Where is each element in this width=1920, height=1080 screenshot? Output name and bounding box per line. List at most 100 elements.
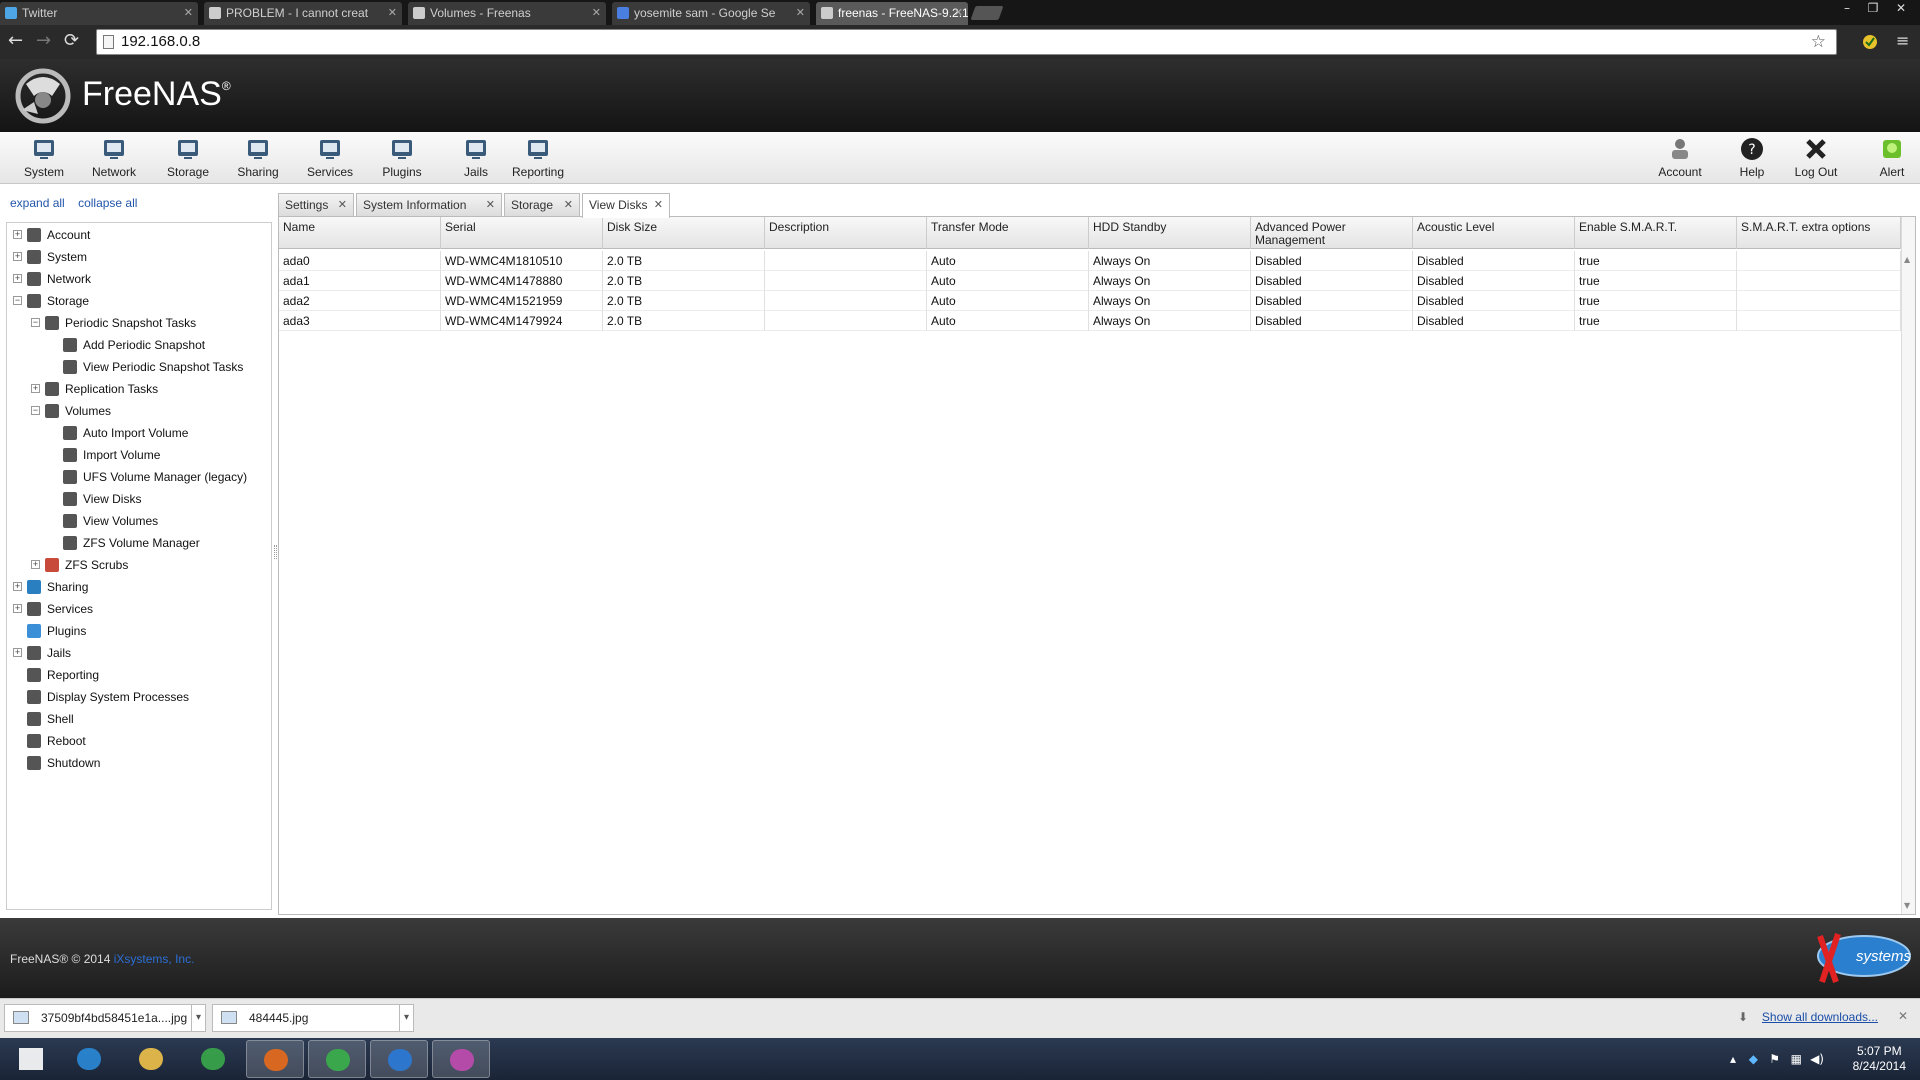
panel-tab-system-information[interactable]: System Information ✕ [356,193,502,216]
column-header[interactable]: Description [765,217,927,249]
expand-icon[interactable]: + [31,560,40,569]
close-tab-icon[interactable]: ✕ [592,2,601,25]
toolbar-sharing-button[interactable]: Sharing [228,136,288,179]
taskbar-mail-icon[interactable] [370,1040,428,1078]
column-header[interactable]: Serial [441,217,603,249]
tree-item-reporting[interactable]: Reporting [7,666,269,684]
toolbar-system-button[interactable]: System [14,136,74,179]
table-row[interactable]: ada3 WD-WMC4M1479924 2.0 TB Auto Always On Di… [279,311,1901,331]
column-header[interactable]: HDD Standby [1089,217,1251,249]
url-input[interactable]: 192.168.0.8 ☆ [96,29,1837,55]
collapse-all-link[interactable]: collapse all [78,196,137,210]
collapse-icon[interactable]: − [13,296,22,305]
taskbar-paint-icon[interactable] [432,1040,490,1078]
toolbar-help-button[interactable]: ? Help [1722,136,1782,179]
browser-tab[interactable]: Volumes - Freenas ✕ [408,2,606,25]
column-header[interactable]: Name [279,217,441,249]
tree-item-display-system-processes[interactable]: Display System Processes [7,688,269,706]
close-tab-icon[interactable]: ✕ [564,194,573,216]
expand-icon[interactable]: + [13,230,22,239]
ixsystems-link[interactable]: iXsystems, Inc. [114,952,195,966]
toolbar-storage-button[interactable]: Storage [158,136,218,179]
download-menu-icon[interactable]: ▾ [191,1005,205,1031]
tree-item-import-volume[interactable]: Import Volume [7,446,269,464]
clock[interactable]: 5:07 PM 8/24/2014 [1853,1044,1906,1074]
show-all-downloads-link[interactable]: Show all downloads... [1762,1010,1878,1024]
close-tab-icon[interactable]: ✕ [796,2,805,25]
tray-arrow-icon[interactable]: ▴ [1730,1052,1736,1066]
expand-icon[interactable]: + [31,384,40,393]
column-header[interactable]: S.M.A.R.T. extra options [1737,217,1901,249]
tree-item-shutdown[interactable]: Shutdown [7,754,269,772]
column-header[interactable]: Acoustic Level [1413,217,1575,249]
tree-item-add-periodic-snapshot[interactable]: Add Periodic Snapshot [7,336,269,354]
expand-icon[interactable]: + [13,648,22,657]
column-header[interactable]: Disk Size [603,217,765,249]
close-tab-icon[interactable]: ✕ [954,2,963,25]
column-header[interactable]: Transfer Mode [927,217,1089,249]
close-tab-icon[interactable]: ✕ [654,194,663,216]
browser-tab[interactable]: freenas - FreeNAS-9.2.1.7 ✕ [816,2,968,25]
close-downloads-icon[interactable]: ✕ [1898,1009,1908,1023]
new-tab-button[interactable] [970,6,1004,20]
expand-all-link[interactable]: expand all [10,196,65,210]
tree-item-zfs-volume-manager[interactable]: ZFS Volume Manager [7,534,269,552]
flag-icon[interactable]: ⚑ [1769,1052,1780,1066]
panel-tab-view-disks[interactable]: View Disks ✕ [582,193,670,218]
download-item-1[interactable]: 37509bf4bd58451e1a....jpg ▾ [4,1004,206,1032]
close-tab-icon[interactable]: ✕ [184,2,193,25]
maximize-button[interactable]: ❐ [1862,0,1884,16]
tree-item-network[interactable]: + Network [7,270,269,288]
menu-icon[interactable]: ≡ [1896,32,1909,50]
tree-item-ufs-volume-manager-legacy-[interactable]: UFS Volume Manager (legacy) [7,468,269,486]
grid-scrollbar[interactable]: ▲ ▼ [1901,217,1915,914]
tree-item-view-disks[interactable]: View Disks [7,490,269,508]
expand-icon[interactable]: + [13,252,22,261]
tree-item-jails[interactable]: + Jails [7,644,269,662]
taskbar-firefox-icon[interactable] [246,1040,304,1078]
collapse-icon[interactable]: − [31,406,40,415]
toolbar-network-button[interactable]: Network [84,136,144,179]
tree-item-zfs-scrubs[interactable]: + ZFS Scrubs [7,556,269,574]
taskbar-ie-icon[interactable] [60,1040,118,1078]
back-icon[interactable]: ← [8,32,23,50]
bookmark-star-icon[interactable]: ☆ [1811,30,1826,54]
panel-tab-storage[interactable]: Storage ✕ [504,193,580,216]
toolbar-account-button[interactable]: Account [1650,136,1710,179]
tree-item-system[interactable]: + System [7,248,269,266]
tree-item-plugins[interactable]: Plugins [7,622,269,640]
toolbar-jails-button[interactable]: Jails [446,136,506,179]
collapse-icon[interactable]: − [31,318,40,327]
table-row[interactable]: ada2 WD-WMC4M1521959 2.0 TB Auto Always On Di… [279,291,1901,311]
extension-icon[interactable] [1862,34,1878,50]
download-menu-icon[interactable]: ▾ [399,1005,413,1031]
tree-item-shell[interactable]: Shell [7,710,269,728]
column-header[interactable]: Advanced Power Management [1251,217,1413,249]
dropbox-icon[interactable]: ◆ [1749,1052,1758,1066]
forward-icon[interactable]: → [36,32,51,50]
browser-tab[interactable]: Twitter ✕ [0,2,198,25]
expand-icon[interactable]: + [13,274,22,283]
close-tab-icon[interactable]: ✕ [338,194,347,216]
tree-item-reboot[interactable]: Reboot [7,732,269,750]
tree-item-auto-import-volume[interactable]: Auto Import Volume [7,424,269,442]
minimize-button[interactable]: – [1836,0,1858,16]
expand-icon[interactable]: + [13,604,22,613]
taskbar-start-icon[interactable] [2,1040,60,1078]
tree-item-periodic-snapshot-tasks[interactable]: − Periodic Snapshot Tasks [7,314,269,332]
tree-item-volumes[interactable]: − Volumes [7,402,269,420]
tree-item-replication-tasks[interactable]: + Replication Tasks [7,380,269,398]
toolbar-log-out-button[interactable]: Log Out [1786,136,1846,179]
close-window-button[interactable]: ✕ [1890,0,1912,16]
table-row[interactable]: ada0 WD-WMC4M1810510 2.0 TB Auto Always On Di… [279,251,1901,271]
volume-icon[interactable]: ◀) [1810,1052,1824,1066]
taskbar-store-icon[interactable] [184,1040,242,1078]
scroll-down-icon[interactable]: ▼ [1904,901,1910,910]
table-row[interactable]: ada1 WD-WMC4M1478880 2.0 TB Auto Always On Di… [279,271,1901,291]
download-item-2[interactable]: 484445.jpg ▾ [212,1004,414,1032]
toolbar-alert-button[interactable]: Alert [1862,136,1920,179]
expand-icon[interactable]: + [13,582,22,591]
tree-item-view-volumes[interactable]: View Volumes [7,512,269,530]
browser-tab[interactable]: PROBLEM - I cannot creat ✕ [204,2,402,25]
toolbar-plugins-button[interactable]: Plugins [372,136,432,179]
